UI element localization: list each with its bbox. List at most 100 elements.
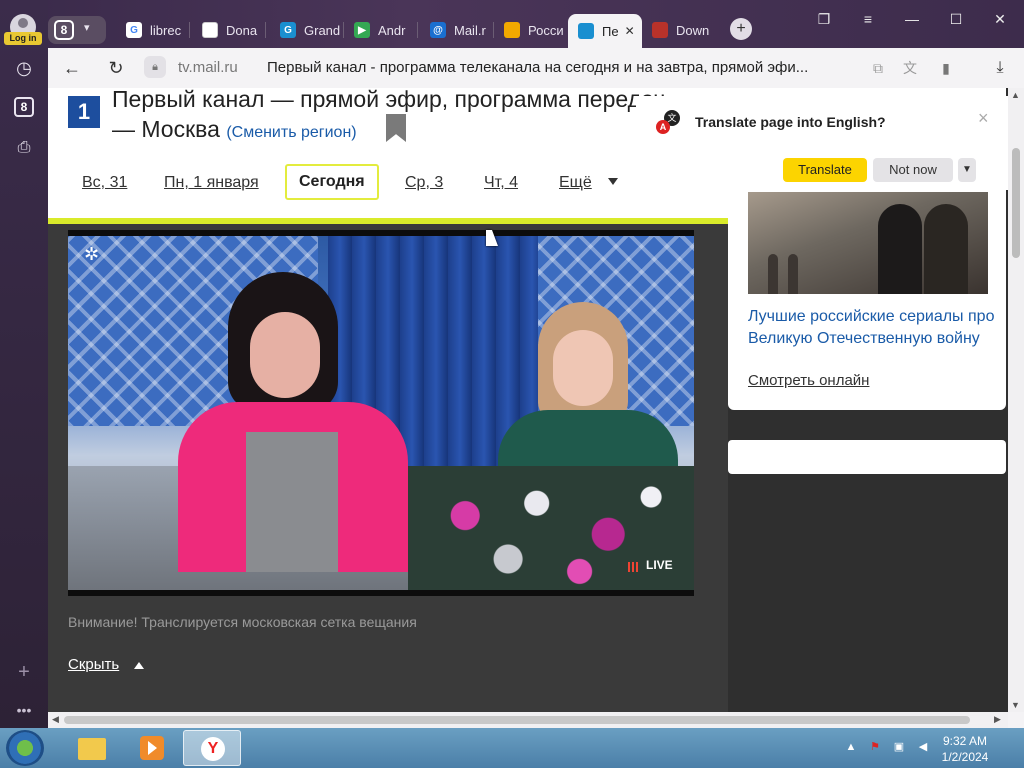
clock-date: 1/2/2024 [941,750,989,764]
more-dots-icon[interactable]: ••• [12,698,36,722]
not-now-button[interactable]: Not now [873,158,953,182]
scroll-down-icon[interactable]: ▼ [1011,700,1020,710]
close-window-button[interactable]: ✕ [988,8,1012,30]
day-thu-4[interactable]: Чт, 4 [484,174,518,192]
clock[interactable]: 9:32 AM 1/2/2024 [930,733,1000,765]
add-panel-icon[interactable]: + [12,660,36,684]
tab-label: Росси [528,22,564,38]
tab-rossiya[interactable]: Росси [504,14,568,46]
bookmark-icon[interactable]: ▮ [936,58,956,78]
page-title-line2: — Москва (Сменить регион) [112,114,357,148]
scroll-right-icon[interactable]: ▶ [994,714,1001,725]
tv-favicon-icon [504,22,520,38]
host-figure [178,272,408,572]
channel-logo: 1 [68,96,100,128]
horizontal-scrollbar[interactable]: ◀ ▶ [48,712,1008,728]
tab-librec[interactable]: G librec [126,14,190,46]
translate-button[interactable]: Translate [783,158,867,182]
translate-title: Translate page into English? [695,114,886,130]
yandex-browser-app[interactable]: Y [183,730,241,766]
caret-down-icon [608,178,618,185]
player-section: ✲ LIVE Внимание! Транслируется московска… [48,224,728,712]
close-icon[interactable]: × [978,108,989,129]
tab-count-button[interactable]: 8 ▾ [48,16,106,44]
new-tab-button[interactable]: + [730,18,752,40]
address-page-title[interactable]: Первый канал - программа телеканала на с… [267,59,847,76]
tab-label: Пе [602,23,619,39]
tab-android[interactable]: ▶ Andr [354,14,418,46]
site-favicon-icon [652,22,668,38]
tab-grand[interactable]: G Grand [280,14,344,46]
hide-player-link[interactable]: Скрыть [68,656,119,673]
live-badge: LIVE [646,558,673,572]
video-frame: ✲ [68,236,694,590]
tab-strip: 8 ▾ G librec Dona G Grand ▶ Andr @ Mail.… [48,0,1024,48]
broadcast-notice: Внимание! Транслируется московская сетка… [68,614,417,630]
browser-sidebar: Log in ◷ 8 ⎙ + ••• [0,0,48,728]
media-player-app[interactable] [122,730,180,766]
back-arrow-icon[interactable]: ← [60,56,84,80]
network-error-icon[interactable]: ⚑ [868,740,882,754]
collections-icon[interactable]: ❐ [812,8,836,30]
tab-label: librec [150,22,182,38]
tab-label: Grand [304,22,341,38]
mail-favicon-icon: @ [430,22,446,38]
scroll-thumb[interactable] [1012,148,1020,258]
browser-window: ← ↻ 🔒︎ tv.mail.ru Первый канал - програм… [48,48,1024,728]
day-sun-31[interactable]: Вс, 31 [82,174,127,192]
tab-down[interactable]: Down [652,14,716,46]
clock-time: 9:32 AM [942,734,988,748]
google-favicon-icon: G [126,22,142,38]
ok-watermark-icon: ✲ [84,244,100,264]
live-bars-icon [628,562,640,572]
translate-popup: 文A Translate page into English? × Transl… [636,96,1008,190]
yandex-icon: Y [201,737,225,761]
minimize-button[interactable]: — [900,8,924,30]
promo-image[interactable] [748,192,988,294]
favorite-bookmark-icon[interactable] [386,114,406,142]
chevron-down-icon[interactable]: ▼ [958,158,976,182]
translate-icon[interactable]: 文 [900,58,920,78]
tab-pervy-active[interactable]: Пе ✕ [568,14,642,48]
explorer-app[interactable] [62,730,120,766]
day-today[interactable]: Сегодня [285,164,379,200]
copy-link-icon[interactable]: ⧉ [868,58,888,78]
caret-up-icon [134,662,144,669]
day-more[interactable]: Ещё [559,174,592,192]
scroll-thumb[interactable] [64,716,970,724]
download-icon[interactable]: ⤓ [990,58,1010,78]
login-label[interactable]: Log in [4,32,42,45]
promo-title[interactable]: Лучшие российские сериалы про Великую От… [748,306,996,350]
tv-favicon-icon [578,23,594,39]
reload-icon[interactable]: ↻ [104,56,128,80]
tab-mail[interactable]: @ Mail.r [430,14,494,46]
tab-count: 8 [54,20,74,40]
menu-icon[interactable]: ≡ [856,8,880,30]
maximize-button[interactable]: ☐ [944,8,968,30]
page-title-city: — Москва [112,116,220,142]
tray-expand-icon[interactable]: ▲ [844,740,858,754]
scroll-up-icon[interactable]: ▲ [1011,90,1020,100]
play-store-favicon-icon: ▶ [354,22,370,38]
watch-online-link[interactable]: Смотреть онлайн [748,372,869,389]
history-clock-icon[interactable]: ◷ [12,56,36,80]
start-button[interactable] [6,730,44,766]
day-wed-3[interactable]: Ср, 3 [405,174,443,192]
url-host[interactable]: tv.mail.ru [178,59,238,76]
tabs-count-icon[interactable]: 8 [14,97,34,117]
day-mon-1[interactable]: Пн, 1 января [164,174,259,192]
taskbar: Y ▲ ⚑ ▣ ◀ 9:32 AM 1/2/2024 [0,728,1024,768]
close-tab-icon[interactable]: ✕ [625,24,635,38]
screenshot-camera-icon[interactable]: ⎙ [12,136,36,160]
display-icon[interactable]: ▣ [892,740,906,754]
folder-icon [78,738,106,760]
vertical-scrollbar[interactable]: ▲ ▼ [1008,88,1024,712]
scroll-left-icon[interactable]: ◀ [52,714,59,725]
video-player[interactable]: ✲ LIVE [68,230,694,596]
tab-label: Andr [378,22,406,38]
page-title: Первый канал — прямой эфир, программа пе… [112,88,666,112]
tab-dona[interactable]: Dona [202,14,266,46]
volume-muted-icon[interactable]: ◀ [916,740,930,754]
change-region-link[interactable]: (Сменить регион) [226,124,356,141]
lock-icon[interactable]: 🔒︎ [144,56,166,78]
